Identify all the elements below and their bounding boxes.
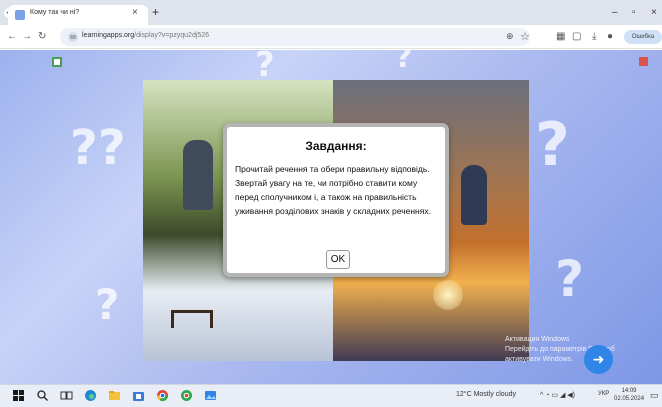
browser-toolbar: ← → ↻ learningapps.org/display?v=pzyqu2d… bbox=[0, 25, 662, 49]
active-tab[interactable]: Кому так чи ні? × bbox=[8, 5, 148, 25]
next-arrow-button[interactable]: ➜ bbox=[584, 345, 613, 374]
reload-icon[interactable]: ↻ bbox=[38, 31, 46, 42]
language-indicator[interactable]: УКР bbox=[598, 391, 609, 397]
store-icon[interactable] bbox=[132, 389, 145, 402]
site-info-icon[interactable] bbox=[68, 32, 78, 42]
question-mark-decoration: ? bbox=[535, 110, 570, 180]
clock[interactable]: 14:09 02.05.2024 bbox=[614, 387, 644, 403]
question-mark-decoration: ? bbox=[95, 280, 120, 329]
close-tab-icon[interactable]: × bbox=[132, 7, 138, 18]
maximize-icon[interactable]: ▫ bbox=[632, 7, 636, 18]
file-explorer-icon[interactable] bbox=[108, 389, 121, 402]
chrome-profile-icon[interactable] bbox=[180, 389, 193, 402]
question-mark-decoration: ?? bbox=[70, 120, 126, 176]
puzzle-icon[interactable]: ▢ bbox=[572, 31, 581, 42]
question-mark-decoration: ? bbox=[555, 250, 585, 308]
ok-button[interactable]: OK bbox=[326, 250, 350, 269]
photos-icon[interactable] bbox=[204, 389, 217, 402]
edge-icon[interactable] bbox=[84, 389, 97, 402]
favicon-icon bbox=[15, 10, 25, 20]
minimize-icon[interactable]: – bbox=[612, 7, 618, 18]
error-button[interactable]: Ошибка bbox=[624, 30, 662, 44]
address-bar[interactable]: learningapps.org/display?v=pzyqu2dj526 ⊕… bbox=[60, 28, 530, 46]
fullscreen-icon[interactable] bbox=[639, 57, 648, 66]
task-view-icon[interactable] bbox=[60, 389, 73, 402]
back-icon[interactable]: ← bbox=[7, 31, 17, 42]
weather-widget[interactable]: 12°C Mostly cloudy bbox=[456, 391, 516, 398]
tab-title: Кому так чи ні? bbox=[30, 9, 80, 16]
chrome-icon[interactable] bbox=[156, 389, 169, 402]
question-mark-decoration: ? bbox=[395, 50, 413, 75]
bookmark-star-icon[interactable]: ☆ bbox=[520, 30, 530, 43]
dialog-text: Прочитай речення та обери правильну відп… bbox=[235, 164, 431, 216]
dialog-title: Завдання: bbox=[305, 139, 367, 153]
notification-icon[interactable]: ▭ bbox=[650, 390, 659, 401]
windows-taskbar: 12°C Mostly cloudy ^ ◔ ▭ ◢ ◀︎) УКР 14:09… bbox=[0, 384, 662, 407]
learningapps-page: ?? ? ? ? ? ? Завдання: Прочитай речення … bbox=[0, 50, 662, 384]
extension-icon[interactable]: ▦ bbox=[556, 31, 565, 42]
app-logo-icon[interactable] bbox=[52, 57, 62, 67]
close-window-icon[interactable]: × bbox=[651, 7, 657, 18]
new-tab-button[interactable]: + bbox=[152, 5, 159, 19]
search-icon[interactable] bbox=[36, 389, 49, 402]
browser-tab-bar: Кому так чи ні? × + – ▫ × bbox=[0, 0, 662, 25]
start-icon[interactable] bbox=[12, 389, 25, 402]
system-tray-icons[interactable]: ^ ◔ ▭ ◢ ◀︎) bbox=[540, 391, 575, 399]
zoom-icon[interactable]: ⊕ bbox=[506, 31, 514, 42]
url-text: learningapps.org/display?v=pzyqu2dj526 bbox=[82, 32, 210, 39]
forward-icon[interactable]: → bbox=[22, 31, 32, 42]
task-dialog: Завдання: Прочитай речення та обери прав… bbox=[223, 123, 449, 277]
profile-icon[interactable]: ● bbox=[607, 31, 613, 42]
download-icon[interactable]: ⤓ bbox=[592, 31, 596, 42]
